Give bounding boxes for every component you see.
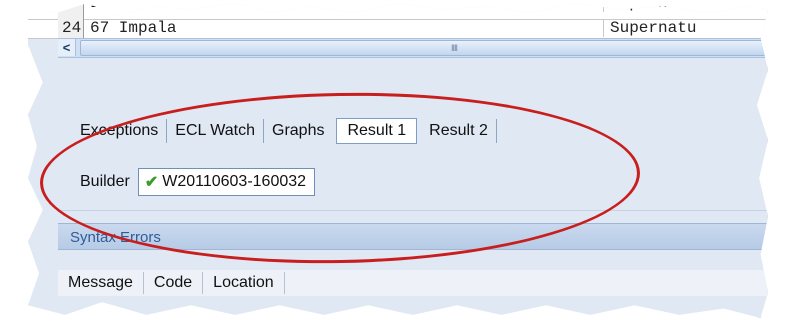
column-header-code[interactable]: Code	[144, 272, 204, 294]
column-header-message[interactable]: Message	[58, 272, 144, 294]
scrollbar-thumb[interactable]: IIII	[80, 40, 768, 56]
table-row[interactable]: 24 67 Impala Supernatu	[28, 19, 768, 39]
grid-cell: 67 Impala	[90, 19, 177, 37]
scroll-left-icon[interactable]: <	[58, 39, 76, 56]
grid-cell: Supernatu	[603, 19, 696, 37]
row-number: 24	[58, 19, 84, 38]
grid-cell: Supernat	[603, 3, 687, 12]
row-number	[58, 3, 84, 19]
scrollbar-grip-icon: IIII	[451, 43, 458, 53]
horizontal-scrollbar[interactable]: < IIII	[58, 38, 768, 58]
table-row[interactable]: Impala Supernat	[28, 0, 768, 20]
grid-cell: Impala	[90, 0, 148, 12]
syntax-errors-columns: Message Code Location	[58, 270, 768, 296]
column-header-location[interactable]: Location	[203, 272, 285, 294]
results-grid: Impala Supernat 24 67 Impala Supernatu	[28, 0, 768, 39]
